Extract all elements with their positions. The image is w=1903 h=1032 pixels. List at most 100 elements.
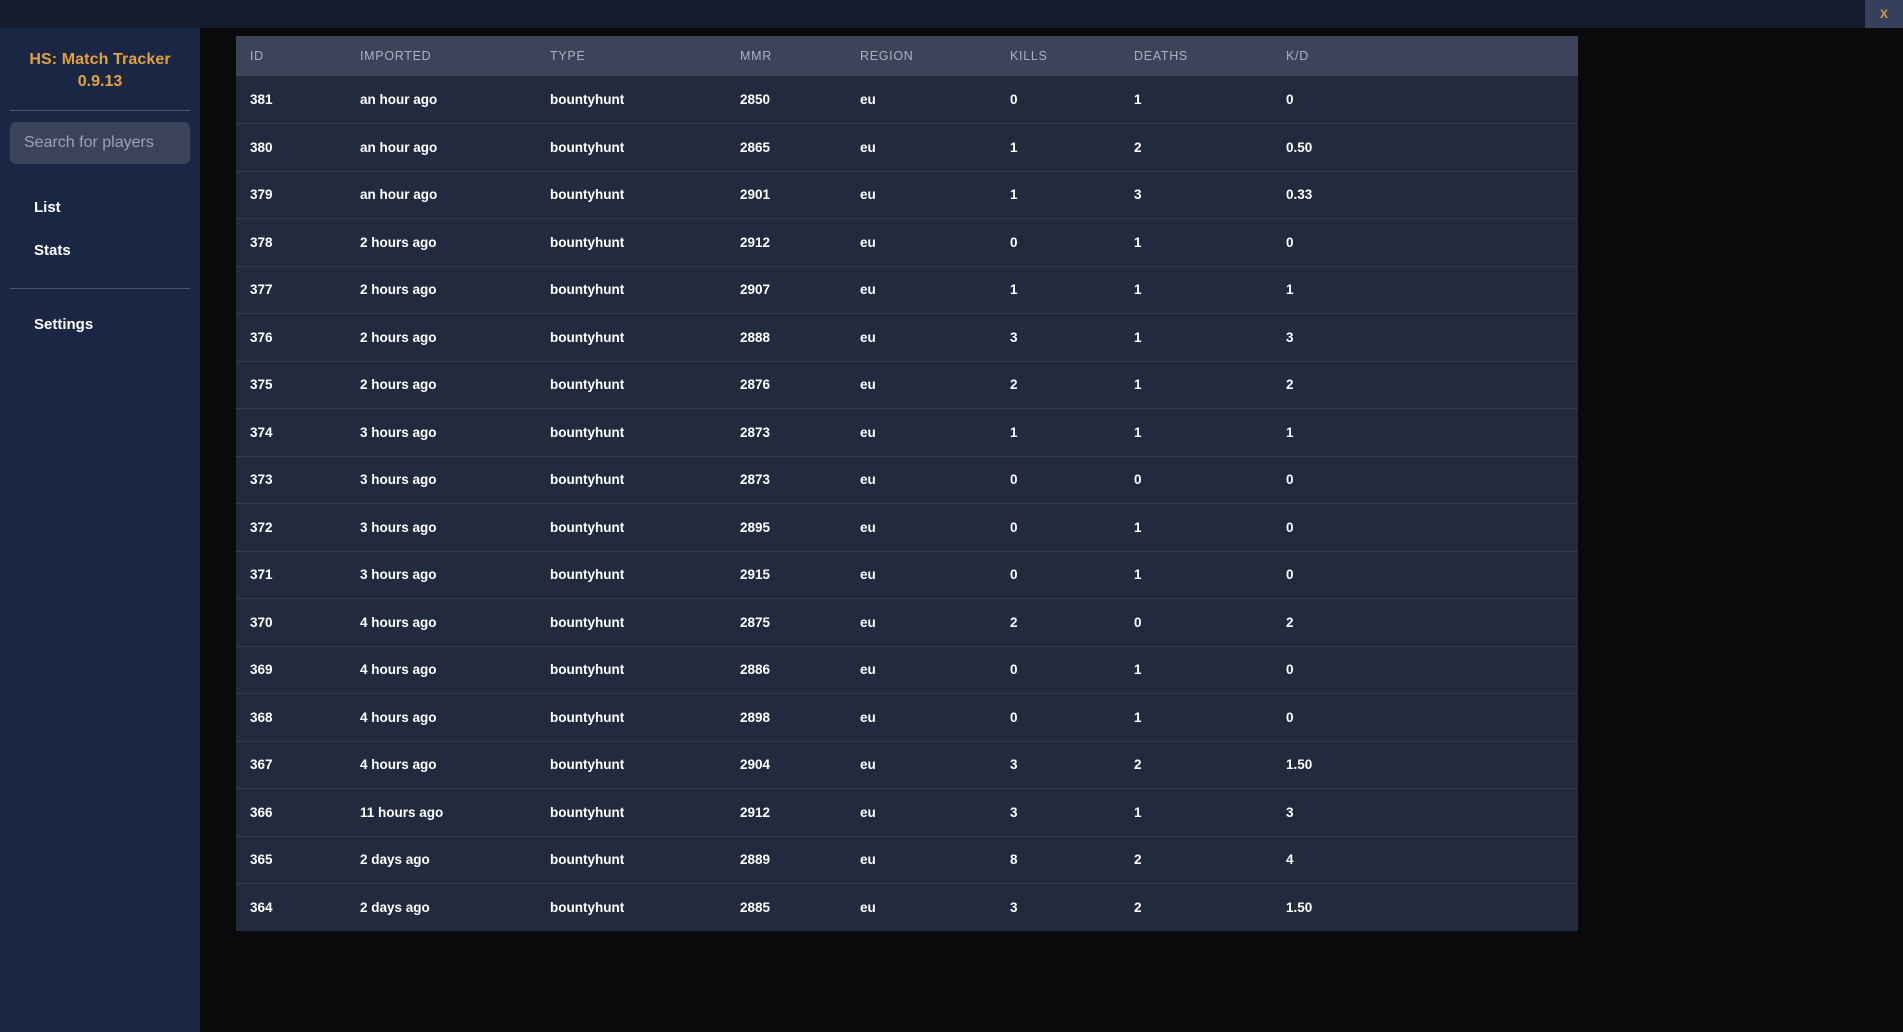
cell-mmr: 2876 xyxy=(726,360,846,409)
cell-type: bountyhunt xyxy=(536,170,726,219)
sidebar-item-settings[interactable]: Settings xyxy=(0,303,200,346)
cell-deaths: 2 xyxy=(1120,123,1272,171)
table-row[interactable]: 375 2 hours ago bountyhunt 2876 eu 2 1 2 xyxy=(236,360,1578,409)
cell-type: bountyhunt xyxy=(536,313,726,361)
cell-imported: 4 hours ago xyxy=(346,645,536,694)
cell-id: 377 xyxy=(236,265,346,314)
cell-id: 378 xyxy=(236,218,346,266)
cell-region: eu xyxy=(846,645,996,694)
table-row[interactable]: 380 an hour ago bountyhunt 2865 eu 1 2 0.50 xyxy=(236,123,1578,171)
sidebar-item-stats[interactable]: Stats xyxy=(0,229,200,272)
cell-id: 380 xyxy=(236,123,346,171)
cell-type: bountyhunt xyxy=(536,645,726,694)
cell-deaths: 1 xyxy=(1120,503,1272,551)
column-header-deaths[interactable]: DEATHS xyxy=(1120,36,1272,76)
cell-id: 364 xyxy=(236,883,346,931)
table-row[interactable]: 369 4 hours ago bountyhunt 2886 eu 0 1 0 xyxy=(236,645,1578,694)
cell-kd: 0 xyxy=(1272,645,1578,694)
cell-id: 379 xyxy=(236,170,346,219)
cell-kd: 0.50 xyxy=(1272,123,1578,171)
cell-imported: 2 hours ago xyxy=(346,313,536,361)
matches-table-body: 381 an hour ago bountyhunt 2850 eu 0 1 0 380 an h… xyxy=(236,76,1578,931)
cell-region: eu xyxy=(846,313,996,361)
app-version-label: 0.9.13 xyxy=(77,72,123,90)
column-header-imported[interactable]: IMPORTED xyxy=(346,36,536,76)
cell-deaths: 0 xyxy=(1120,598,1272,646)
cell-region: eu xyxy=(846,123,996,171)
table-row[interactable]: 367 4 hours ago bountyhunt 2904 eu 3 2 1.50 xyxy=(236,740,1578,789)
column-header-region[interactable]: REGION xyxy=(846,36,996,76)
cell-mmr: 2873 xyxy=(726,455,846,504)
cell-deaths: 2 xyxy=(1120,883,1272,931)
search-input[interactable] xyxy=(10,121,190,164)
sidebar-item-list[interactable]: List xyxy=(0,186,200,229)
cell-mmr: 2889 xyxy=(726,835,846,884)
close-window-button[interactable]: X xyxy=(1865,0,1903,28)
cell-kills: 0 xyxy=(996,218,1120,266)
cell-kd: 4 xyxy=(1272,835,1578,884)
cell-imported: 2 days ago xyxy=(346,883,536,931)
cell-type: bountyhunt xyxy=(536,788,726,836)
cell-mmr: 2898 xyxy=(726,693,846,741)
table-row[interactable]: 368 4 hours ago bountyhunt 2898 eu 0 1 0 xyxy=(236,693,1578,741)
title-bar: X xyxy=(0,0,1903,28)
table-row[interactable]: 376 2 hours ago bountyhunt 2888 eu 3 1 3 xyxy=(236,313,1578,361)
matches-table: ID IMPORTED TYPE MMR REGION KILLS DEATHS… xyxy=(236,36,1578,931)
cell-imported: an hour ago xyxy=(346,76,536,124)
cell-region: eu xyxy=(846,408,996,456)
column-header-mmr[interactable]: MMR xyxy=(726,36,846,76)
main-content: ID IMPORTED TYPE MMR REGION KILLS DEATHS… xyxy=(200,28,1903,1032)
cell-kills: 1 xyxy=(996,123,1120,171)
table-row[interactable]: 370 4 hours ago bountyhunt 2875 eu 2 0 2 xyxy=(236,598,1578,646)
cell-type: bountyhunt xyxy=(536,265,726,314)
cell-mmr: 2873 xyxy=(726,408,846,456)
cell-deaths: 1 xyxy=(1120,550,1272,599)
cell-imported: 2 hours ago xyxy=(346,218,536,266)
table-row[interactable]: 379 an hour ago bountyhunt 2901 eu 1 3 0.33 xyxy=(236,170,1578,219)
table-row[interactable]: 372 3 hours ago bountyhunt 2895 eu 0 1 0 xyxy=(236,503,1578,551)
column-header-kills[interactable]: KILLS xyxy=(996,36,1120,76)
table-row[interactable]: 364 2 days ago bountyhunt 2885 eu 3 2 1.50 xyxy=(236,883,1578,931)
cell-kills: 1 xyxy=(996,265,1120,314)
cell-kills: 3 xyxy=(996,313,1120,361)
table-row[interactable]: 374 3 hours ago bountyhunt 2873 eu 1 1 1 xyxy=(236,408,1578,456)
cell-deaths: 1 xyxy=(1120,76,1272,124)
cell-mmr: 2875 xyxy=(726,598,846,646)
table-row[interactable]: 378 2 hours ago bountyhunt 2912 eu 0 1 0 xyxy=(236,218,1578,266)
table-row[interactable]: 366 11 hours ago bountyhunt 2912 eu 3 1 3 xyxy=(236,788,1578,836)
table-row[interactable]: 371 3 hours ago bountyhunt 2915 eu 0 1 0 xyxy=(236,550,1578,599)
column-header-id[interactable]: ID xyxy=(236,36,346,76)
cell-id: 369 xyxy=(236,645,346,694)
cell-region: eu xyxy=(846,835,996,884)
cell-kd: 3 xyxy=(1272,788,1578,836)
sidebar: HS: Match Tracker 0.9.13 List Stats Sett… xyxy=(0,28,200,1032)
cell-mmr: 2915 xyxy=(726,550,846,599)
table-row[interactable]: 365 2 days ago bountyhunt 2889 eu 8 2 4 xyxy=(236,835,1578,884)
cell-kills: 1 xyxy=(996,170,1120,219)
table-row[interactable]: 377 2 hours ago bountyhunt 2907 eu 1 1 1 xyxy=(236,265,1578,314)
app-window: X HS: Match Tracker 0.9.13 List Stats Se… xyxy=(0,0,1903,1032)
cell-mmr: 2907 xyxy=(726,265,846,314)
cell-kd: 0 xyxy=(1272,503,1578,551)
cell-deaths: 0 xyxy=(1120,455,1272,504)
cell-kills: 3 xyxy=(996,883,1120,931)
cell-type: bountyhunt xyxy=(536,835,726,884)
cell-id: 371 xyxy=(236,550,346,599)
cell-imported: 11 hours ago xyxy=(346,788,536,836)
table-row[interactable]: 373 3 hours ago bountyhunt 2873 eu 0 0 0 xyxy=(236,455,1578,504)
search-container xyxy=(0,111,200,164)
column-header-type[interactable]: TYPE xyxy=(536,36,726,76)
cell-mmr: 2912 xyxy=(726,788,846,836)
table-row[interactable]: 381 an hour ago bountyhunt 2850 eu 0 1 0 xyxy=(236,76,1578,124)
cell-deaths: 1 xyxy=(1120,313,1272,361)
sidebar-nav-secondary: Settings xyxy=(0,289,200,346)
cell-kd: 0 xyxy=(1272,455,1578,504)
cell-kills: 2 xyxy=(996,360,1120,409)
column-header-kd[interactable]: K/D xyxy=(1272,36,1578,76)
cell-type: bountyhunt xyxy=(536,550,726,599)
cell-deaths: 2 xyxy=(1120,835,1272,884)
cell-mmr: 2912 xyxy=(726,218,846,266)
cell-kd: 2 xyxy=(1272,360,1578,409)
cell-imported: an hour ago xyxy=(346,123,536,171)
cell-kills: 0 xyxy=(996,455,1120,504)
